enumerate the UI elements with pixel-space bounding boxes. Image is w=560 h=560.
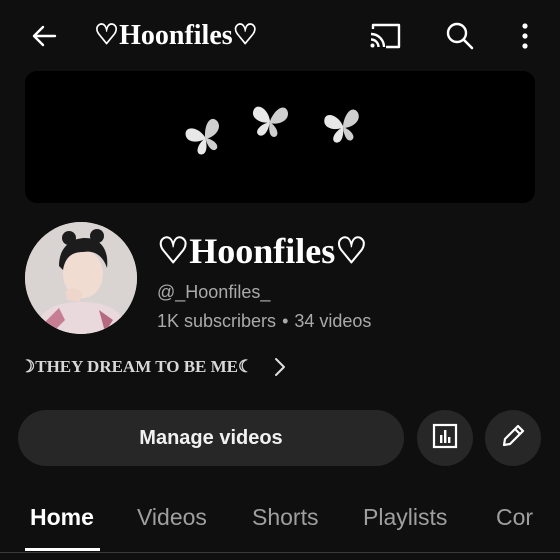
manage-videos-button[interactable]: Manage videos bbox=[18, 410, 404, 466]
cast-icon[interactable] bbox=[364, 16, 406, 56]
channel-stats: 1K subscribers • 34 videos bbox=[157, 311, 371, 332]
channel-banner bbox=[25, 71, 535, 203]
analytics-icon bbox=[431, 422, 459, 455]
active-tab-indicator bbox=[25, 548, 100, 551]
pencil-icon bbox=[499, 422, 527, 455]
tabs-divider bbox=[0, 552, 560, 553]
subscriber-count: 1K subscribers bbox=[157, 311, 277, 331]
channel-handle: @_Hoonfiles_ bbox=[157, 282, 271, 302]
channel-description: ☽THEY DREAM TO BE ME☾ bbox=[20, 357, 254, 376]
chevron-right-icon bbox=[273, 356, 287, 378]
back-arrow-icon[interactable] bbox=[24, 16, 64, 56]
top-app-bar: ♡Hoonfiles♡ bbox=[0, 0, 560, 70]
analytics-button[interactable] bbox=[417, 410, 473, 466]
channel-avatar[interactable] bbox=[25, 222, 137, 334]
search-icon[interactable] bbox=[440, 16, 480, 56]
video-count: 34 videos bbox=[294, 311, 372, 331]
tab-shorts[interactable]: Shorts bbox=[252, 486, 318, 548]
tab-home[interactable]: Home bbox=[30, 486, 94, 548]
channel-name: ♡Hoonfiles♡ bbox=[157, 231, 368, 271]
butterflies-image bbox=[183, 102, 361, 158]
app-bar-title: ♡Hoonfiles♡ bbox=[94, 20, 258, 51]
more-vertical-icon[interactable] bbox=[508, 16, 542, 56]
edit-channel-button[interactable] bbox=[485, 410, 541, 466]
tab-community[interactable]: Cor bbox=[496, 486, 533, 548]
tab-playlists[interactable]: Playlists bbox=[363, 486, 447, 548]
tab-videos[interactable]: Videos bbox=[137, 486, 207, 548]
stats-separator: • bbox=[282, 311, 289, 331]
channel-description-row[interactable]: ☽THEY DREAM TO BE ME☾ bbox=[20, 352, 287, 382]
